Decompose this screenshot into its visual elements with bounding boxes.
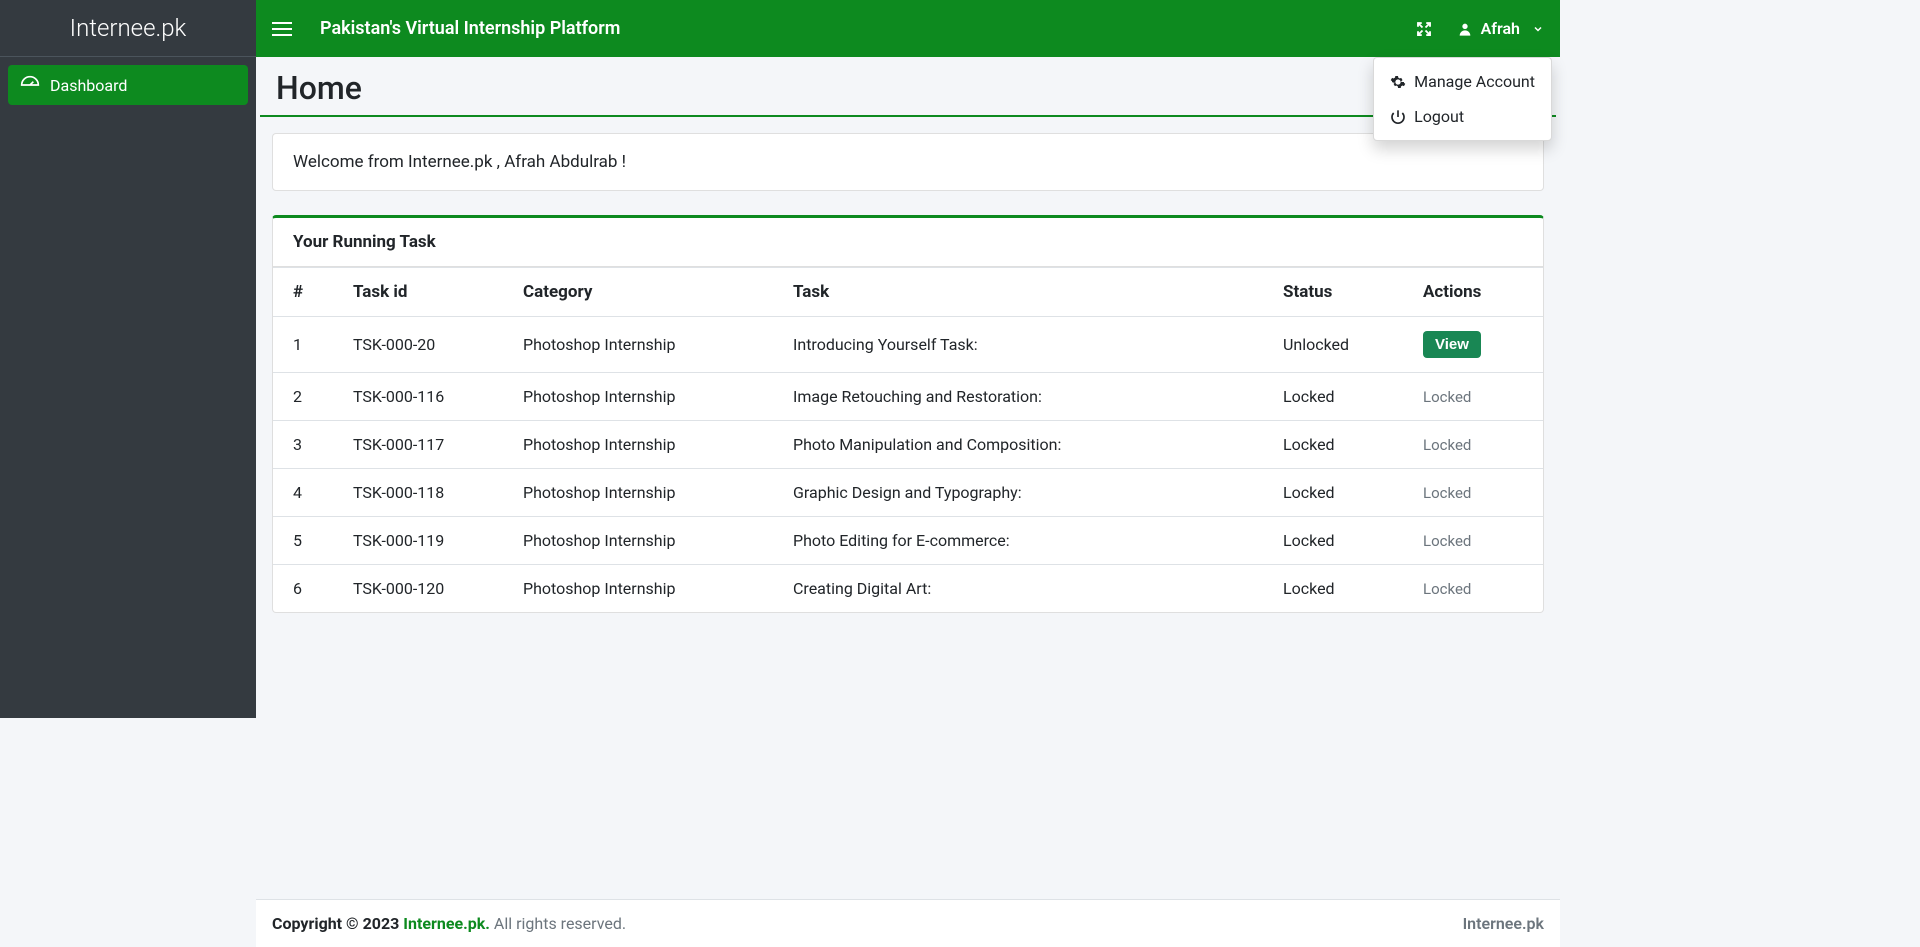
cell-status: Locked (1263, 565, 1403, 613)
table-row: 3TSK-000-117Photoshop InternshipPhoto Ma… (273, 421, 1543, 469)
sidebar: Internee.pk Dashboard (0, 0, 256, 718)
platform-title: Pakistan's Virtual Internship Platform (320, 18, 620, 39)
cell-category: Photoshop Internship (503, 565, 773, 613)
cell-task-id: TSK-000-120 (333, 565, 503, 613)
main-content: Home Welcome from Internee.pk , Afrah Ab… (256, 57, 1560, 947)
cell-status: Locked (1263, 469, 1403, 517)
table-row: 4TSK-000-118Photoshop InternshipGraphic … (273, 469, 1543, 517)
cell-num: 2 (273, 373, 333, 421)
table-row: 2TSK-000-116Photoshop InternshipImage Re… (273, 373, 1543, 421)
menu-toggle-button[interactable] (272, 17, 296, 41)
footer: Copyright © 2023 Internee.pk. All rights… (256, 899, 1560, 947)
cell-task: Photo Manipulation and Composition: (773, 421, 1263, 469)
user-name: Afrah (1481, 19, 1520, 38)
cell-num: 3 (273, 421, 333, 469)
cell-task-id: TSK-000-117 (333, 421, 503, 469)
cell-task: Graphic Design and Typography: (773, 469, 1263, 517)
cell-actions: Locked (1403, 517, 1543, 565)
cell-status: Locked (1263, 421, 1403, 469)
footer-brand-link[interactable]: Internee.pk. (403, 914, 490, 933)
user-dropdown: Manage Account Logout (1373, 57, 1552, 141)
sidebar-item-dashboard[interactable]: Dashboard (8, 65, 248, 105)
cell-num: 6 (273, 565, 333, 613)
cell-actions: Locked (1403, 469, 1543, 517)
cell-actions: Locked (1403, 373, 1543, 421)
table-row: 1TSK-000-20Photoshop InternshipIntroduci… (273, 317, 1543, 373)
table-row: 6TSK-000-120Photoshop InternshipCreating… (273, 565, 1543, 613)
cell-task: Image Retouching and Restoration: (773, 373, 1263, 421)
cell-actions: Locked (1403, 565, 1543, 613)
brand-logo[interactable]: Internee.pk (0, 0, 256, 57)
footer-copyright-suffix: All rights reserved. (490, 914, 626, 933)
table-row: 5TSK-000-119Photoshop InternshipPhoto Ed… (273, 517, 1543, 565)
cell-status: Locked (1263, 517, 1403, 565)
cell-task-id: TSK-000-118 (333, 469, 503, 517)
topbar: Pakistan's Virtual Internship Platform A… (256, 0, 1560, 57)
cell-task-id: TSK-000-20 (333, 317, 503, 373)
cell-category: Photoshop Internship (503, 517, 773, 565)
logout-link[interactable]: Logout (1374, 99, 1551, 134)
locked-label: Locked (1423, 580, 1471, 598)
cell-status: Unlocked (1263, 317, 1403, 373)
welcome-message: Welcome from Internee.pk , Afrah Abdulra… (272, 133, 1544, 191)
cell-category: Photoshop Internship (503, 421, 773, 469)
footer-copyright: Copyright © 2023 Internee.pk. All rights… (272, 914, 626, 933)
col-status: Status (1263, 268, 1403, 317)
page-title: Home (276, 69, 1540, 107)
cell-num: 5 (273, 517, 333, 565)
cell-task-id: TSK-000-119 (333, 517, 503, 565)
view-button[interactable]: View (1423, 331, 1481, 358)
locked-label: Locked (1423, 388, 1471, 406)
cell-task-id: TSK-000-116 (333, 373, 503, 421)
dashboard-icon (20, 75, 40, 95)
cell-num: 1 (273, 317, 333, 373)
col-category: Category (503, 268, 773, 317)
sidebar-item-label: Dashboard (50, 76, 127, 95)
cell-num: 4 (273, 469, 333, 517)
fullscreen-button[interactable] (1415, 20, 1433, 38)
cell-status: Locked (1263, 373, 1403, 421)
chevron-down-icon (1532, 23, 1544, 35)
locked-label: Locked (1423, 436, 1471, 454)
col-task-id: Task id (333, 268, 503, 317)
locked-label: Locked (1423, 484, 1471, 502)
col-task: Task (773, 268, 1263, 317)
locked-label: Locked (1423, 532, 1471, 550)
cell-task: Creating Digital Art: (773, 565, 1263, 613)
manage-account-link[interactable]: Manage Account (1374, 64, 1551, 99)
cell-actions: Locked (1403, 421, 1543, 469)
footer-copyright-prefix: Copyright © 2023 (272, 914, 403, 933)
cell-category: Photoshop Internship (503, 373, 773, 421)
cell-actions: View (1403, 317, 1543, 373)
cell-category: Photoshop Internship (503, 469, 773, 517)
col-num: # (273, 268, 333, 317)
col-actions: Actions (1403, 268, 1543, 317)
cell-category: Photoshop Internship (503, 317, 773, 373)
cell-task: Photo Editing for E-commerce: (773, 517, 1263, 565)
tasks-table: # Task id Category Task Status Actions 1… (273, 267, 1543, 612)
user-menu-button[interactable]: Afrah (1457, 19, 1544, 38)
sidebar-nav: Dashboard (0, 57, 256, 113)
gear-icon (1390, 74, 1406, 90)
cell-task: Introducing Yourself Task: (773, 317, 1263, 373)
content-header: Home (260, 57, 1556, 117)
manage-account-label: Manage Account (1414, 72, 1535, 91)
user-icon (1457, 21, 1473, 37)
tasks-card: Your Running Task # Task id Category Tas… (272, 215, 1544, 613)
power-icon (1390, 109, 1406, 125)
footer-brand: Internee.pk (1463, 914, 1544, 933)
tasks-card-title: Your Running Task (273, 218, 1543, 267)
logout-label: Logout (1414, 107, 1464, 126)
